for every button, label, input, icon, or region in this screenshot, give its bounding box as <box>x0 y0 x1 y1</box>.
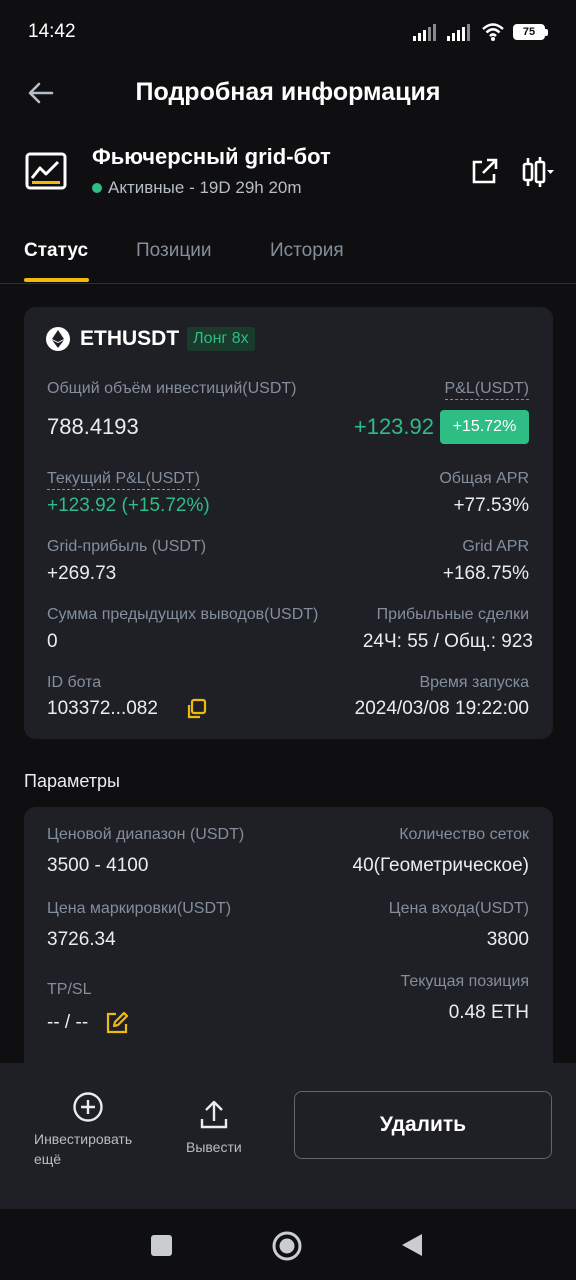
status-bar: 14:42 75 <box>0 0 576 64</box>
battery-icon: 75 <box>513 24 548 40</box>
position-value: 0.48 ETH <box>448 1002 529 1023</box>
leverage-badge: Лонг 8x <box>187 327 255 351</box>
upload-icon <box>200 1100 228 1129</box>
profitable-trades-label: Прибыльные сделки <box>376 606 529 623</box>
bot-id-label: ID бота <box>47 674 102 691</box>
pnl-label[interactable]: P&L(USDT) <box>444 380 529 400</box>
invest-more-button[interactable]: Инвестировать ещё <box>34 1091 132 1169</box>
bot-name: Фьючерсный grid-бот <box>92 144 331 169</box>
current-pnl-label[interactable]: Текущий P&L(USDT) <box>47 470 200 490</box>
launch-time-value: 2024/03/08 19:22:00 <box>354 698 529 719</box>
grid-bot-icon <box>25 152 67 190</box>
page-title: Подробная информация <box>135 77 441 106</box>
bot-header: Фьючерсный grid-бот Активные - 19D 29h 2… <box>0 140 576 210</box>
total-apr-label: Общая APR <box>439 470 529 487</box>
back-nav-icon[interactable] <box>400 1232 424 1258</box>
grid-apr-value: +168.75% <box>442 563 529 584</box>
share-icon[interactable] <box>468 156 500 188</box>
grid-apr-label: Grid APR <box>462 538 529 555</box>
bot-status-text: Активные - 19D 29h 20m <box>108 178 302 197</box>
tab-status[interactable]: Статус <box>24 240 88 262</box>
back-button[interactable] <box>24 76 58 110</box>
position-label: Текущая позиция <box>400 973 529 990</box>
pnl-value: +123.92 <box>353 414 434 439</box>
profitable-trades-value: 24Ч: 55 / Общ.: 923 <box>362 631 533 652</box>
battery-level: 75 <box>522 26 536 38</box>
status-icons: 75 <box>413 22 548 42</box>
tab-positions[interactable]: Позиции <box>136 240 211 262</box>
edit-icon[interactable] <box>104 1010 130 1036</box>
params-section-title: Параметры <box>24 771 120 791</box>
entry-price-value: 3800 <box>486 929 529 950</box>
system-nav-bar <box>0 1209 576 1280</box>
bot-status: Активные - 19D 29h 20m <box>92 178 302 198</box>
price-range-label: Ценовой диапазон (USDT) <box>47 826 245 843</box>
launch-time-label: Время запуска <box>419 674 529 691</box>
withdraw-label: Вывести <box>186 1139 242 1155</box>
signal-icon <box>413 24 436 41</box>
mark-price-label: Цена маркировки(USDT) <box>47 900 232 917</box>
price-range-value: 3500 - 4100 <box>47 855 149 876</box>
mark-price-value: 3726.34 <box>47 929 116 950</box>
pair-row: ETHUSDT Лонг 8x <box>46 327 255 351</box>
home-icon[interactable] <box>271 1230 303 1262</box>
active-dot-icon <box>92 183 102 193</box>
pnl-percent-badge: +15.72% <box>440 410 529 444</box>
grid-count-value: 40(Геометрическое) <box>352 855 529 876</box>
copy-icon[interactable] <box>184 697 208 721</box>
bot-summary-card: ETHUSDT Лонг 8x Общий объём инвестиций(U… <box>24 307 553 739</box>
status-time: 14:42 <box>28 21 76 42</box>
bot-id-value: 103372...082 <box>47 698 158 719</box>
arrow-left-icon <box>28 82 54 104</box>
app-header: Подробная информация <box>0 64 576 120</box>
withdrawals-value: 0 <box>47 631 58 652</box>
current-pnl-value: +123.92 (+15.72%) <box>47 495 210 516</box>
grid-profit-label: Grid-прибыль (USDT) <box>47 538 207 555</box>
params-card: Ценовой диапазон (USDT) Количество сеток… <box>24 807 553 1067</box>
bottom-action-bar: Инвестировать ещё Вывести Удалить <box>0 1063 576 1209</box>
investment-value: 788.4193 <box>47 414 139 439</box>
plus-circle-icon <box>73 1092 103 1122</box>
entry-price-label: Цена входа(USDT) <box>388 900 529 917</box>
total-apr-value: +77.53% <box>453 495 529 516</box>
grid-count-label: Количество сеток <box>399 826 529 843</box>
candlestick-icon[interactable] <box>520 154 556 190</box>
grid-profit-value: +269.73 <box>47 563 117 584</box>
wifi-icon <box>482 23 504 41</box>
invest-more-label: Инвестировать ещё <box>34 1131 133 1167</box>
signal-icon-2 <box>447 24 470 41</box>
investment-label: Общий объём инвестиций(USDT) <box>47 380 297 397</box>
recents-icon[interactable] <box>150 1234 173 1257</box>
withdraw-button[interactable]: Вывести <box>186 1099 242 1157</box>
tab-bar: Статус Позиции История <box>0 226 576 284</box>
tpsl-label: TP/SL <box>47 981 92 998</box>
withdrawals-label: Сумма предыдущих выводов(USDT) <box>47 606 319 623</box>
delete-button[interactable]: Удалить <box>294 1091 552 1159</box>
pair-name: ETHUSDT <box>80 327 180 350</box>
tab-history[interactable]: История <box>270 240 344 262</box>
tab-active-indicator <box>24 278 89 282</box>
tpsl-value: -- / -- <box>47 1012 89 1033</box>
eth-icon <box>46 327 70 351</box>
